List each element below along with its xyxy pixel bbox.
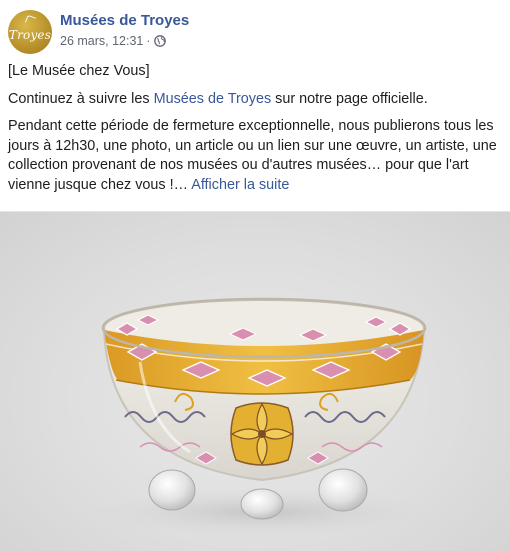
glass-bowl-image [92, 297, 432, 536]
meta-separator: · [146, 34, 151, 48]
globe-icon[interactable] [153, 35, 166, 47]
post-line-2-prefix: Continuez à suivre les [8, 90, 154, 107]
logo-mark-icon [24, 14, 37, 26]
page-avatar[interactable]: Troyes [8, 10, 52, 54]
post-line-2-suffix: sur notre page officielle. [271, 90, 428, 107]
see-more-link[interactable]: Afficher la suite [191, 177, 289, 193]
post-photo[interactable] [0, 211, 510, 551]
post-timestamp[interactable]: 26 mars, 12:31 [60, 34, 143, 48]
avatar-logo-text: Troyes [8, 28, 52, 42]
post-header: Troyes Musées de Troyes 26 mars, 12:31 · [8, 8, 502, 54]
post-paragraph: Pendant cette période de fermeture excep… [8, 117, 506, 195]
post-body: [Le Musée chez Vous] Continuez à suivre … [8, 62, 506, 203]
post-line-1: [Le Musée chez Vous] [8, 63, 150, 79]
musees-de-troyes-link[interactable]: Musées de Troyes [154, 91, 272, 107]
post-meta: 26 mars, 12:31 · [60, 34, 166, 48]
post-line-2: Continuez à suivre les Musées de Troyes … [8, 90, 506, 110]
page-name-link[interactable]: Musées de Troyes [60, 12, 189, 29]
